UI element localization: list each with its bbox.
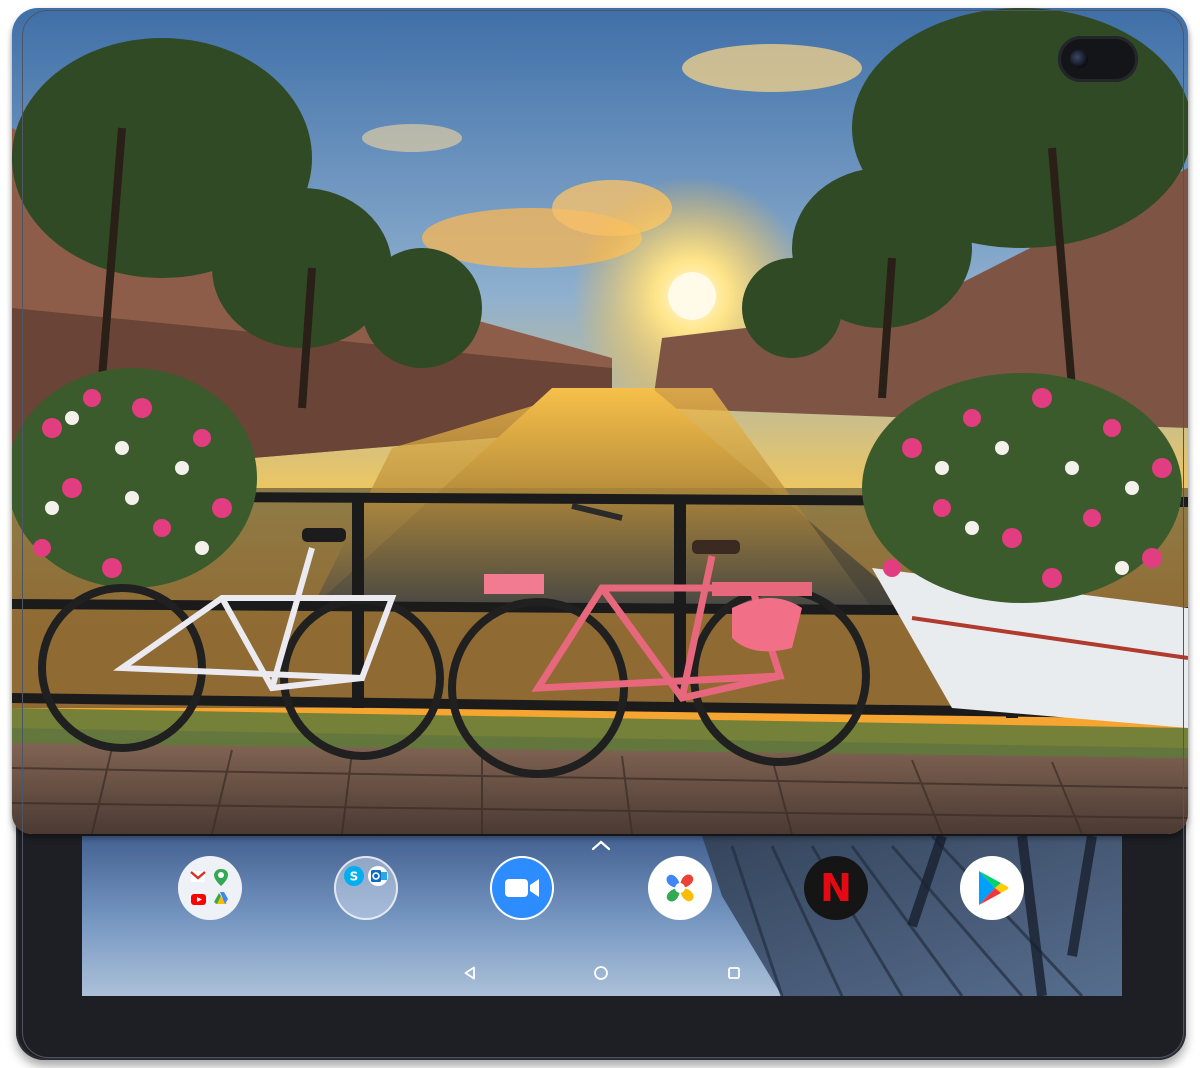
play-store-app[interactable] bbox=[960, 856, 1024, 920]
home-dock: S N bbox=[82, 850, 1122, 930]
svg-text:S: S bbox=[350, 870, 359, 884]
zoom-video-icon bbox=[505, 879, 539, 897]
youtube-icon bbox=[191, 894, 206, 905]
netflix-icon: N bbox=[820, 866, 852, 910]
skype-icon: S bbox=[344, 866, 364, 886]
navigation-bar bbox=[82, 958, 1122, 988]
pinwheel-icon bbox=[666, 874, 694, 902]
case-cover-artwork bbox=[12, 8, 1188, 834]
play-store-icon bbox=[979, 871, 1009, 905]
gmail-icon bbox=[190, 871, 206, 882]
netflix-app[interactable]: N bbox=[804, 856, 868, 920]
camera-lens bbox=[1070, 50, 1088, 68]
skype-outlook-folder[interactable]: S bbox=[334, 856, 398, 920]
zoom-app[interactable] bbox=[490, 856, 554, 920]
recents-icon[interactable] bbox=[725, 964, 743, 982]
chevron-up-icon[interactable] bbox=[590, 836, 612, 851]
maps-icon bbox=[214, 869, 228, 886]
photos-app[interactable] bbox=[648, 856, 712, 920]
home-icon[interactable] bbox=[592, 964, 610, 982]
drive-icon bbox=[214, 892, 228, 904]
back-icon[interactable] bbox=[461, 964, 479, 982]
google-apps-folder[interactable] bbox=[178, 856, 242, 920]
outlook-icon bbox=[368, 866, 388, 886]
